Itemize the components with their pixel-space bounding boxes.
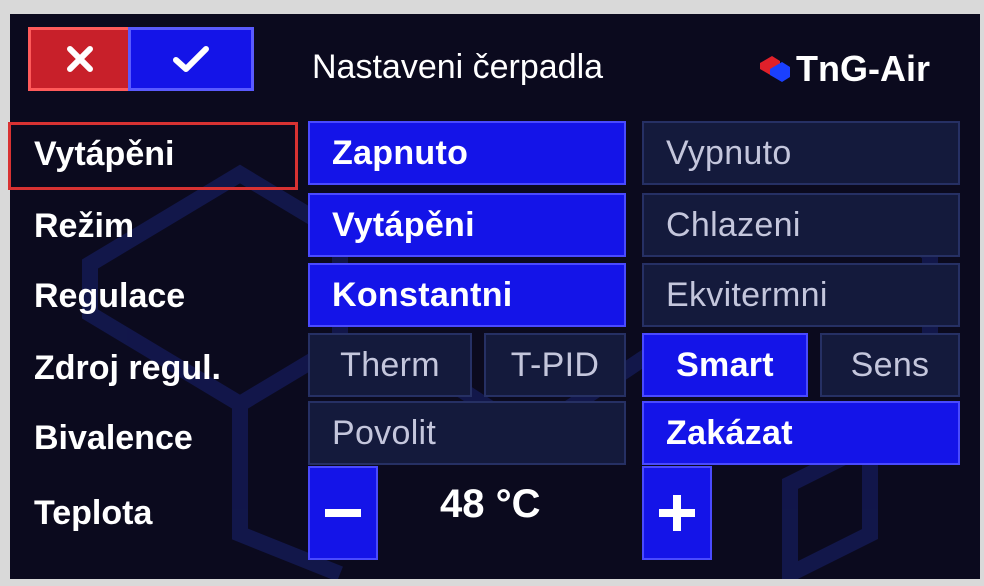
pump-settings-screen: Nastaveni čerpadla TnG-Air Vytápěni Reži… [10,14,980,579]
close-icon [67,46,93,72]
plus-icon [659,495,695,531]
row-label-bivalence: Bivalence [34,419,193,457]
bivalence-allow-button[interactable]: Povolit [308,401,626,465]
heating-off-button[interactable]: Vypnuto [642,121,960,185]
regulation-equitherm-button[interactable]: Ekvitermni [642,263,960,327]
mode-heating-button[interactable]: Vytápěni [308,193,626,257]
row-label-temperature: Teplota [34,494,153,532]
cancel-button[interactable] [28,27,132,91]
temperature-value: 48 °C [440,482,541,526]
brand-logo: TnG-Air [756,48,930,90]
row-label-regulation-source: Zdroj regul. [34,349,221,387]
confirm-button[interactable] [128,27,254,91]
temperature-increase-button[interactable] [642,466,712,560]
source-tpid-button[interactable]: T-PID [484,333,626,397]
row-label-mode: Režim [34,207,135,245]
check-icon [173,46,209,72]
minus-icon [325,509,361,517]
page-title: Nastaveni čerpadla [312,48,604,86]
highlight-box [8,122,298,190]
brand-name: TnG-Air [796,48,930,89]
source-smart-button[interactable]: Smart [642,333,808,397]
bivalence-disallow-button[interactable]: Zakázat [642,401,960,465]
temperature-decrease-button[interactable] [308,466,378,560]
row-label-regulation: Regulace [34,277,186,315]
heating-on-button[interactable]: Zapnuto [308,121,626,185]
source-sens-button[interactable]: Sens [820,333,960,397]
tng-logo-icon [760,56,790,82]
source-therm-button[interactable]: Therm [308,333,472,397]
regulation-constant-button[interactable]: Konstantni [308,263,626,327]
mode-cooling-button[interactable]: Chlazeni [642,193,960,257]
